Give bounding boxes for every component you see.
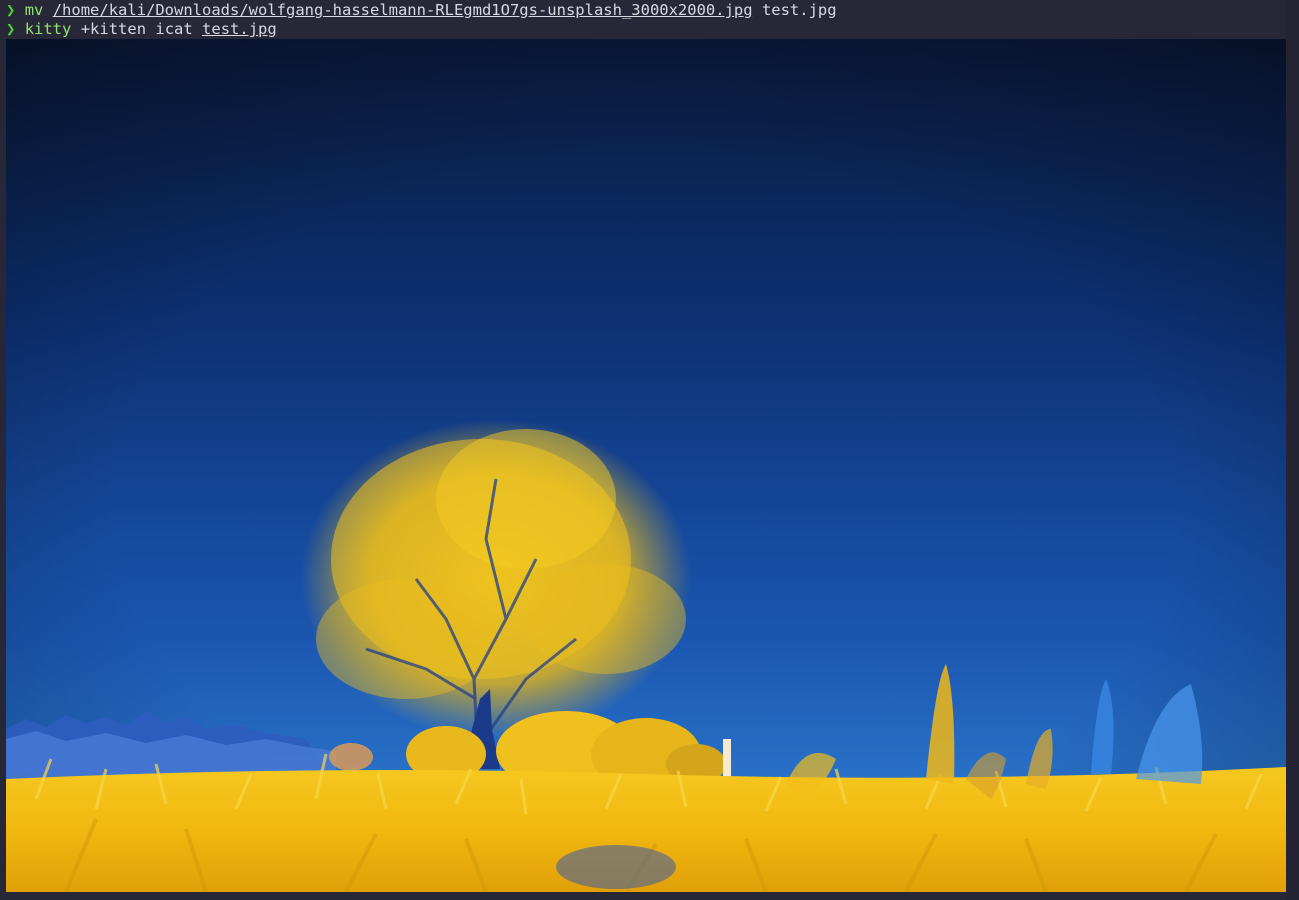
terminal-window[interactable]: ❯ mv /home/kali/Downloads/wolfgang-hasse… xyxy=(0,0,1299,900)
photo-preview-icon xyxy=(6,39,1286,892)
prompt-symbol: ❯ xyxy=(6,1,16,19)
command-line-mv: ❯ mv /home/kali/Downloads/wolfgang-hasse… xyxy=(6,1,837,20)
image-file-link[interactable]: test.jpg xyxy=(202,20,277,38)
command-name: mv xyxy=(24,1,44,19)
subcommand: +kitten icat xyxy=(80,20,193,38)
scrollbar-track[interactable] xyxy=(1286,0,1299,900)
command-line-icat: ❯ kitty +kitten icat test.jpg xyxy=(6,20,277,39)
inline-image-preview xyxy=(6,39,1286,892)
destination-file: test.jpg xyxy=(761,1,837,19)
source-path[interactable]: /home/kali/Downloads/wolfgang-hasselmann… xyxy=(53,1,753,19)
command-name: kitty xyxy=(24,20,72,38)
prompt-symbol: ❯ xyxy=(6,20,16,38)
